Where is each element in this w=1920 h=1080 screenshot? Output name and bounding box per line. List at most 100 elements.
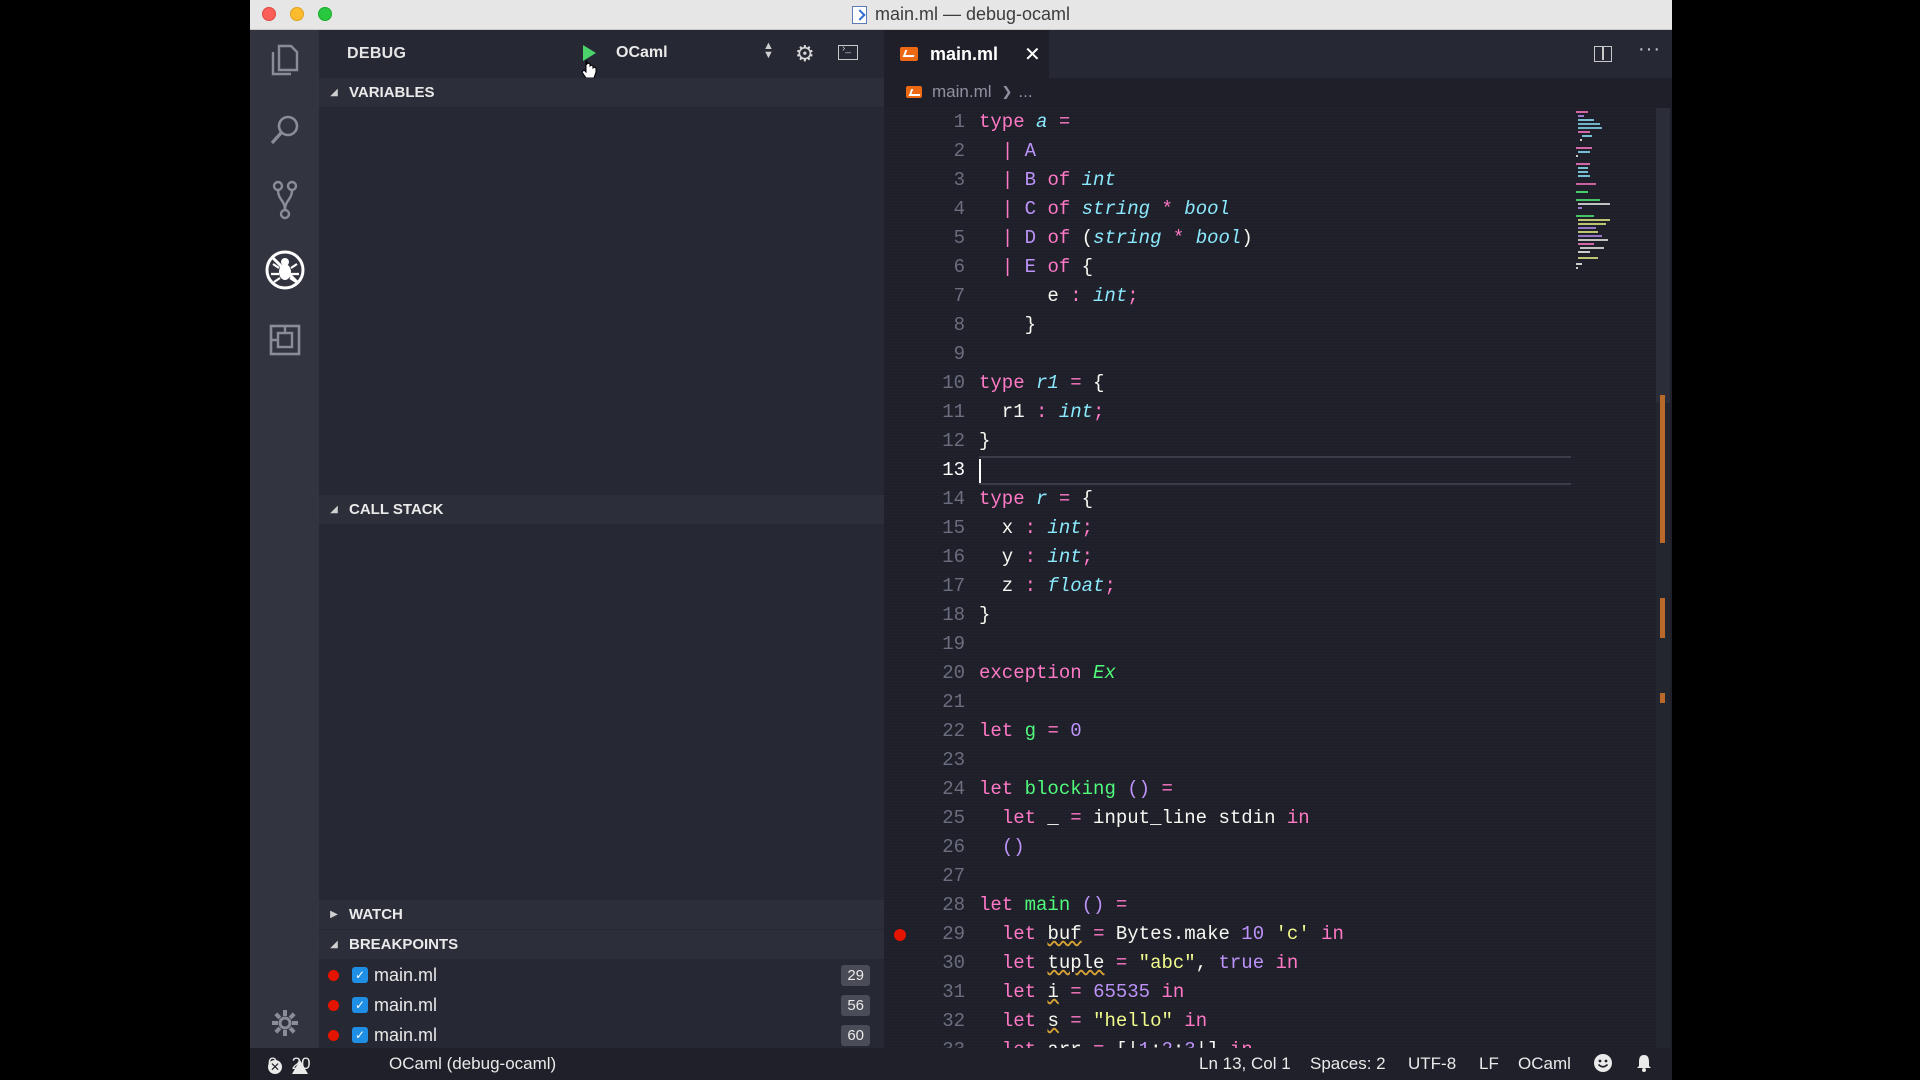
encoding-status[interactable]: UTF-8 <box>1408 1054 1456 1074</box>
feedback-smiley-icon[interactable] <box>1593 1053 1613 1078</box>
line-number: 11 <box>942 401 965 423</box>
breakpoint-file: main.ml <box>374 1024 438 1045</box>
line-number: 18 <box>942 604 965 626</box>
code-line: 8 } <box>884 311 1672 340</box>
code-line: 31 let i = 65535 in <box>884 978 1672 1007</box>
window-title: main.ml — debug-ocaml <box>874 4 1071 24</box>
call-stack-title: CALL STACK <box>349 501 444 518</box>
indentation-status[interactable]: Spaces: 2 <box>1310 1054 1386 1074</box>
breakpoint-file: main.ml <box>374 964 438 985</box>
start-debugging-button[interactable] <box>583 45 596 61</box>
watch-section-header[interactable]: ▶ WATCH <box>319 900 884 929</box>
minimap[interactable] <box>1574 108 1644 308</box>
breakpoint-line-badge: 29 <box>841 964 870 986</box>
ocaml-file-icon <box>900 47 918 61</box>
debug-console-icon[interactable] <box>838 43 858 60</box>
code-text: let buf = Bytes.make 10 'c' in <box>1001 923 1344 945</box>
code-editor[interactable]: 1 type a = 2 | A 3 | B of int 4 | C of st… <box>884 108 1672 1048</box>
search-icon[interactable] <box>250 100 319 160</box>
breakpoint-item[interactable]: ✓ main.ml 29 <box>319 960 884 990</box>
current-code-line: 13 <box>884 456 1672 485</box>
code-text: type r = { <box>979 488 1094 510</box>
breakpoint-line-badge: 60 <box>841 1024 870 1046</box>
line-number: 6 <box>953 256 965 278</box>
breadcrumb: main.ml ❯ ... <box>884 78 1672 106</box>
code-text: } <box>979 604 991 626</box>
code-text: } <box>979 430 991 452</box>
variables-section-header[interactable]: ◢ VARIABLES <box>319 78 884 107</box>
language-status[interactable]: OCaml <box>1518 1054 1571 1074</box>
editor-tab-bar: main.ml ✕ ··· <box>884 30 1672 78</box>
line-number: 5 <box>953 227 965 249</box>
more-actions-icon[interactable]: ··· <box>1638 38 1661 61</box>
code-line: 9 <box>884 340 1672 369</box>
breakpoint-item[interactable]: ✓ main.ml 60 <box>319 1020 884 1050</box>
extensions-icon[interactable] <box>250 310 319 370</box>
code-line: 29 let buf = Bytes.make 10 'c' in <box>884 920 1672 949</box>
close-tab-icon[interactable]: ✕ <box>1024 42 1041 67</box>
code-line: 22 let g = 0 <box>884 717 1672 746</box>
line-number: 22 <box>942 720 965 742</box>
split-editor-icon[interactable] <box>1594 46 1612 62</box>
breakpoint-checkbox[interactable]: ✓ <box>352 997 368 1013</box>
code-text: let _ = input_line stdin in <box>1001 807 1310 829</box>
debug-config-select[interactable]: OCaml <box>616 44 668 62</box>
line-number: 2 <box>953 140 965 162</box>
code-line: 7 e : int; <box>884 282 1672 311</box>
tab-label: main.ml <box>930 43 999 64</box>
caret-right-icon: ▶ <box>330 909 338 920</box>
debug-toolbar: DEBUG OCaml ▲ ▼ ⚙ <box>319 30 884 79</box>
line-number: 15 <box>942 517 965 539</box>
line-number: 12 <box>942 430 965 452</box>
code-line: 26 () <box>884 833 1672 862</box>
code-text: r1 : int; <box>979 401 1105 423</box>
vertical-scrollbar[interactable] <box>1656 108 1670 1048</box>
code-line: 25 let _ = input_line stdin in <box>884 804 1672 833</box>
tab-main-ml[interactable]: main.ml ✕ <box>884 30 1049 78</box>
caret-down-icon: ◢ <box>330 939 338 950</box>
breadcrumb-file[interactable]: main.ml <box>932 82 992 102</box>
source-control-icon[interactable] <box>250 170 319 230</box>
manage-gear-icon[interactable] <box>250 998 319 1048</box>
scrollbar-marker <box>1660 693 1665 703</box>
code-text: let tuple = "abc", true in <box>1001 952 1299 974</box>
breakpoint-checkbox[interactable]: ✓ <box>352 1027 368 1043</box>
code-line: 24 let blocking () = <box>884 775 1672 804</box>
code-text: type r1 = { <box>979 372 1105 394</box>
ocaml-file-icon <box>906 86 922 98</box>
cursor-position[interactable]: Ln 13, Col 1 <box>1199 1054 1291 1074</box>
app-window: main.ml — debug-ocaml DEBUG OCaml ▲ ▼ ⚙ … <box>250 0 1672 1080</box>
line-number: 16 <box>942 546 965 568</box>
code-text: | E of { <box>1001 256 1094 278</box>
breakpoint-item[interactable]: ✓ main.ml 56 <box>319 990 884 1020</box>
problems-status[interactable]: ✕ 0 20 <box>268 1054 311 1074</box>
breakpoint-checkbox[interactable]: ✓ <box>352 967 368 983</box>
code-line: 16 y : int; <box>884 543 1672 572</box>
code-line: 14 type r = { <box>884 485 1672 514</box>
line-number: 10 <box>942 372 965 394</box>
explorer-icon[interactable] <box>250 30 319 90</box>
call-stack-section-header[interactable]: ◢ CALL STACK <box>319 495 884 524</box>
line-number: 14 <box>942 488 965 510</box>
code-line: 19 <box>884 630 1672 659</box>
eol-status[interactable]: LF <box>1479 1054 1499 1074</box>
chevron-right-icon: ❯ <box>1001 84 1013 99</box>
code-text: | C of string * bool <box>1001 198 1230 220</box>
debug-session-status[interactable]: OCaml (debug-ocaml) <box>389 1054 556 1074</box>
notifications-bell-icon[interactable] <box>1635 1053 1653 1078</box>
code-line: 6 | E of { <box>884 253 1672 282</box>
breadcrumb-more[interactable]: ... <box>1018 82 1032 102</box>
call-stack-panel <box>319 524 884 900</box>
debug-settings-gear-icon[interactable]: ⚙ <box>795 41 815 67</box>
line-number: 29 <box>942 923 965 945</box>
code-text: e : int; <box>979 285 1139 307</box>
line-number: 17 <box>942 575 965 597</box>
line-number: 21 <box>942 691 965 713</box>
breakpoints-section-header[interactable]: ◢ BREAKPOINTS <box>319 930 884 959</box>
scrollbar-thumb[interactable] <box>1656 108 1670 403</box>
debug-icon[interactable] <box>250 240 319 300</box>
vscode-file-icon <box>851 5 867 24</box>
breakpoint-dot-icon <box>328 969 339 981</box>
current-line-highlight <box>979 456 1571 485</box>
scrollbar-marker <box>1660 395 1665 543</box>
